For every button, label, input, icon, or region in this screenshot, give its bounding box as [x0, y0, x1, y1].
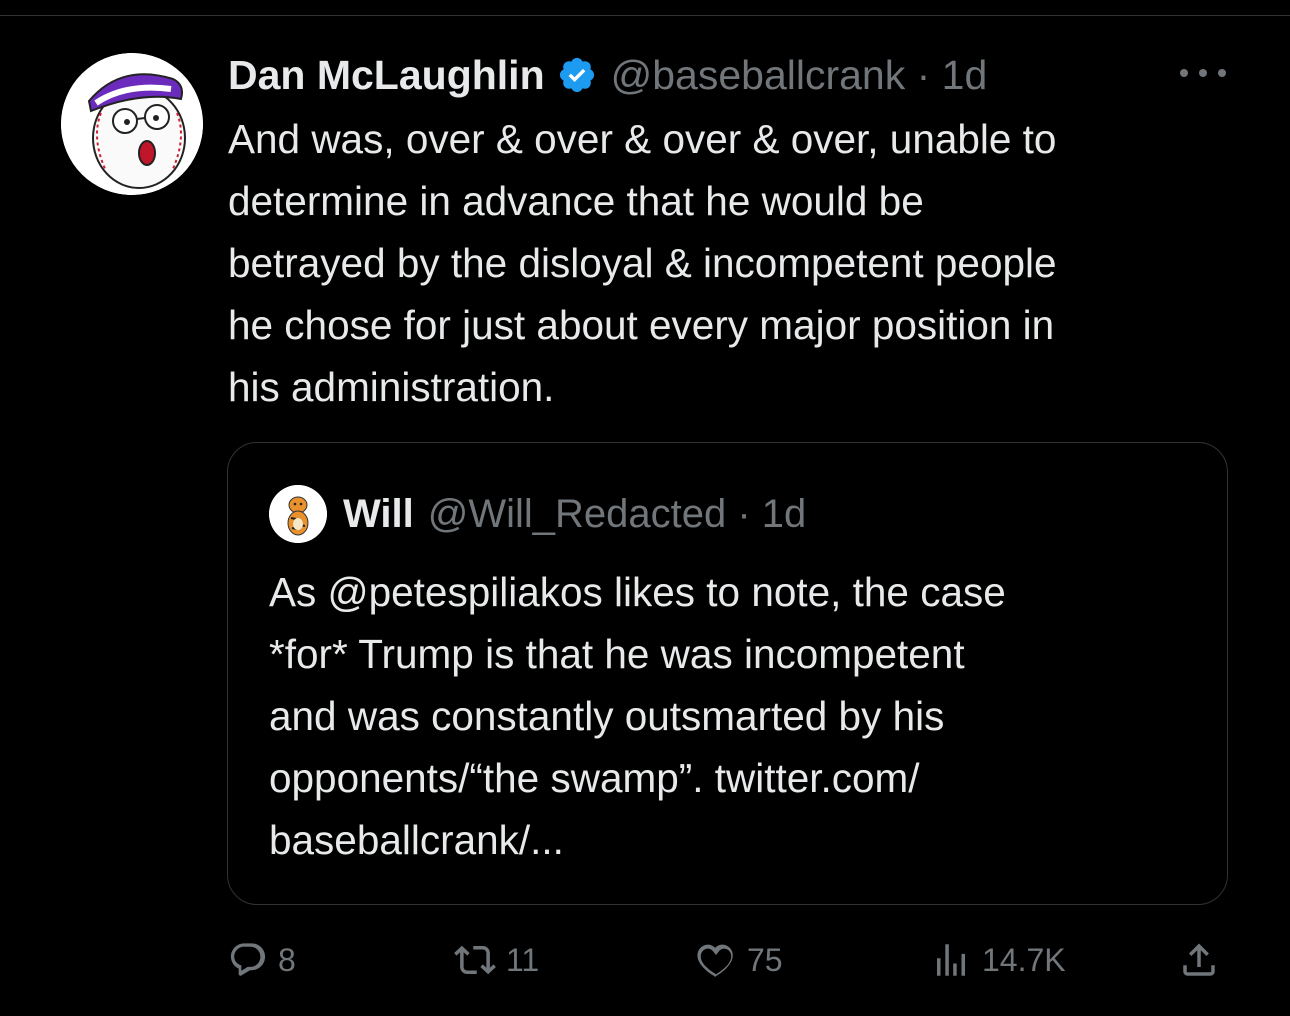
author-name[interactable]: Dan McLaughlin: [228, 52, 545, 99]
retweet-count: 11: [506, 941, 540, 978]
quoted-author-avatar[interactable]: [269, 485, 327, 543]
quoted-author-name[interactable]: Will: [343, 492, 414, 537]
share-icon: [1183, 943, 1215, 976]
quoted-tweet-header: Will @Will_Redacted · 1d: [269, 485, 807, 543]
heart-icon: [697, 944, 733, 978]
reply-icon: [230, 943, 266, 976]
quoted-author-handle-and-time[interactable]: @Will_Redacted · 1d: [428, 492, 807, 537]
tweet-actions: 8 11 75 14.7K: [228, 935, 1228, 985]
reply-button[interactable]: 8: [228, 935, 296, 985]
author-handle-and-time[interactable]: @baseballcrank · 1d: [611, 52, 988, 99]
reply-count: 8: [278, 941, 296, 978]
author-avatar[interactable]: [61, 53, 203, 195]
tweet-text: And was, over & over & over & over, unab…: [228, 116, 1057, 410]
quoted-tweet-card[interactable]: Will @Will_Redacted · 1d As @petespiliak…: [227, 442, 1228, 905]
quoted-tweet-text: As @petespiliakos likes to note, the cas…: [269, 569, 1006, 863]
retweet-icon: [454, 945, 496, 975]
verified-badge-icon: [557, 55, 597, 95]
like-count: 75: [747, 941, 783, 978]
views-count: 14.7K: [982, 941, 1066, 978]
views-button[interactable]: 14.7K: [930, 935, 1066, 985]
like-button[interactable]: 75: [695, 935, 783, 985]
tweet-header: Dan McLaughlin @baseballcrank · 1d: [228, 50, 987, 100]
share-button[interactable]: [1178, 935, 1220, 985]
tiger-cartoon-avatar-icon: [269, 485, 327, 543]
views-chart-icon: [937, 944, 965, 976]
more-dots-icon[interactable]: [1180, 58, 1226, 88]
top-divider: [0, 15, 1290, 16]
baseball-cartoon-avatar-icon: [61, 53, 203, 195]
retweet-button[interactable]: 11: [454, 935, 539, 985]
